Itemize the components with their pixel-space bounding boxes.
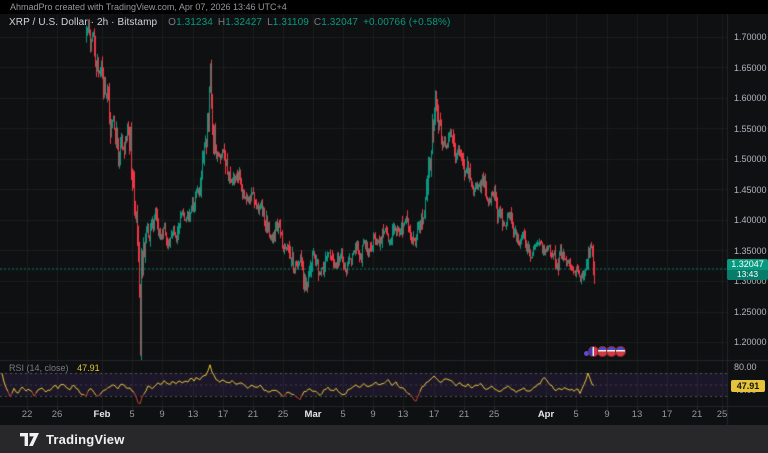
- time-axis-label[interactable]: 25: [266, 409, 300, 420]
- bottom-bar: TradingView: [0, 425, 768, 453]
- rsi-value: 47.91: [77, 363, 100, 373]
- time-axis-label[interactable]: 9: [356, 409, 390, 420]
- time-axis-label[interactable]: 9: [145, 409, 179, 420]
- watermark-text: AhmadPro created with TradingView.com, A…: [10, 2, 287, 12]
- time-axis-label[interactable]: 17: [206, 409, 240, 420]
- time-axis-label[interactable]: 5: [115, 409, 149, 420]
- time-axis-label[interactable]: 22: [10, 409, 44, 420]
- event-flag-icons[interactable]: [584, 346, 626, 357]
- time-axis-label[interactable]: 5: [559, 409, 593, 420]
- time-axis-label[interactable]: 13: [176, 409, 210, 420]
- symbol-legend[interactable]: XRP / U.S. Dollar · 2h · Bitstamp O1.3123…: [9, 17, 450, 28]
- symbol-title[interactable]: XRP / U.S. Dollar · 2h · Bitstamp: [9, 17, 157, 28]
- time-axis-label[interactable]: 21: [236, 409, 270, 420]
- rsi-params: (14, close): [26, 363, 69, 373]
- time-axis-label[interactable]: 13: [620, 409, 654, 420]
- bar-countdown: 13:43: [727, 269, 768, 280]
- low-value: 1.31109: [272, 17, 309, 28]
- rsi-axis-label: 80.00: [734, 362, 757, 373]
- change-value: +0.00766 (+0.58%): [363, 17, 451, 28]
- candlestick-chart-canvas[interactable]: [0, 0, 768, 453]
- time-axis-label[interactable]: 21: [447, 409, 481, 420]
- tradingview-chart-screen: AhmadPro created with TradingView.com, A…: [0, 0, 768, 453]
- watermark-bar: AhmadPro created with TradingView.com, A…: [0, 0, 768, 14]
- time-axis-label[interactable]: 17: [417, 409, 451, 420]
- time-axis-label[interactable]: 26: [40, 409, 74, 420]
- open-label: O: [168, 17, 177, 28]
- time-axis-label[interactable]: 25: [477, 409, 511, 420]
- rsi-value-badge: 47.91: [731, 379, 765, 392]
- last-price-badge: 1.32047 13:43: [727, 258, 768, 280]
- time-axis-label[interactable]: Feb: [85, 409, 119, 420]
- rsi-label[interactable]: RSI: [9, 363, 24, 373]
- close-value: 1.32047: [321, 17, 359, 28]
- time-axis-label[interactable]: 9: [590, 409, 624, 420]
- high-value: 1.32427: [225, 17, 263, 28]
- tradingview-brand[interactable]: TradingView: [46, 432, 125, 447]
- time-axis-label[interactable]: Mar: [296, 409, 330, 420]
- open-value: 1.31234: [176, 17, 213, 28]
- time-axis-label[interactable]: 25: [705, 409, 739, 420]
- time-axis-label[interactable]: 17: [650, 409, 684, 420]
- tradingview-logo-icon[interactable]: [20, 432, 39, 446]
- rsi-legend[interactable]: RSI (14, close) 47.91: [9, 363, 100, 373]
- event-flag-icon[interactable]: [615, 346, 626, 357]
- last-price-value: 1.32047: [727, 258, 768, 270]
- time-axis-label[interactable]: 13: [386, 409, 420, 420]
- time-axis-label[interactable]: 5: [326, 409, 360, 420]
- time-axis-label[interactable]: Apr: [529, 409, 563, 420]
